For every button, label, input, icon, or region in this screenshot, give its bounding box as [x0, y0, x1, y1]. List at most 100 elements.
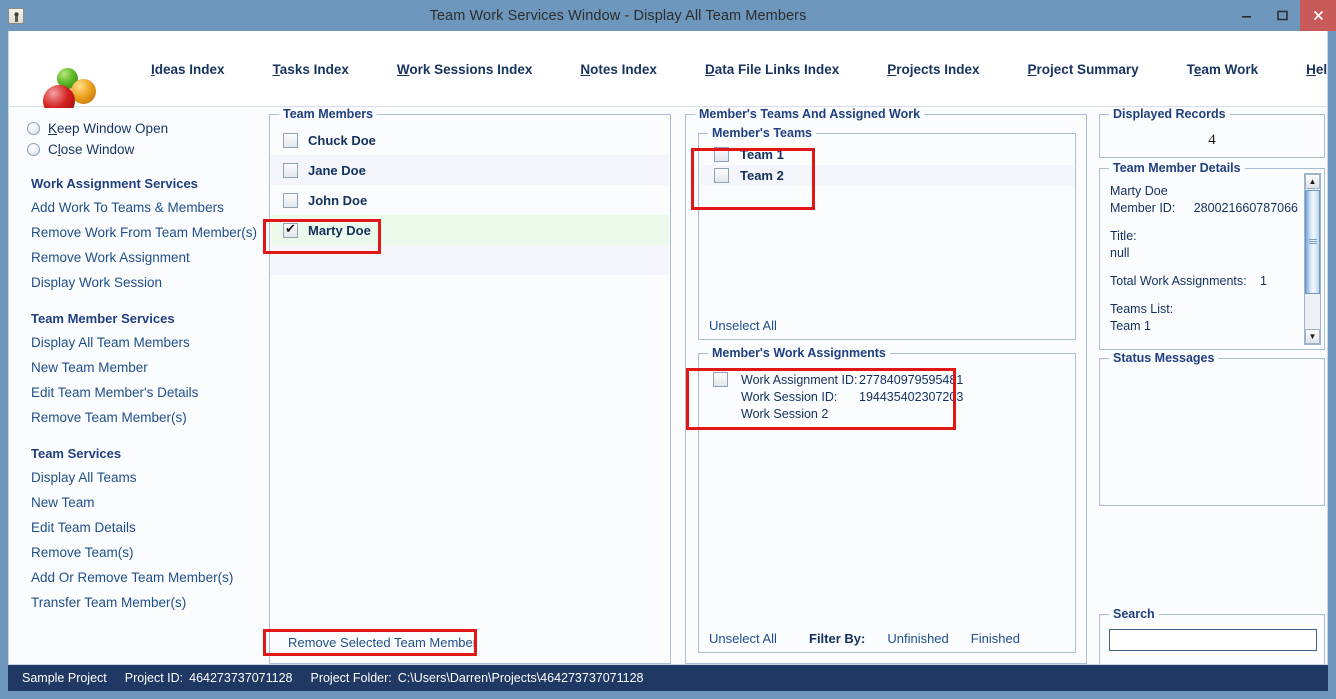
sidebar-item-display-all-team-members[interactable]: Display All Team Members: [9, 330, 261, 355]
members-work-assignments-panel: Member's Work Assignments Work Assignmen…: [698, 346, 1076, 653]
work-unselect-all-button[interactable]: Unselect All: [709, 631, 777, 646]
sidebar-item-new-team-member[interactable]: New Team Member: [9, 355, 261, 380]
sidebar-item-add-work-to-teams-members[interactable]: Add Work To Teams & Members: [9, 195, 261, 220]
sidebar-item-remove-teams[interactable]: Remove Team(s): [9, 540, 261, 565]
nav-item-project-summary[interactable]: Project Summary: [1004, 62, 1163, 77]
nav-item-notes-index[interactable]: Notes Index: [556, 62, 681, 77]
panel-title: Displayed Records: [1109, 107, 1230, 121]
search-input[interactable]: [1109, 629, 1317, 651]
members-teams-list: Team 1 Team 2: [700, 144, 1074, 186]
checkbox-icon[interactable]: [714, 168, 729, 183]
sidebar-item-remove-team-members[interactable]: Remove Team Member(s): [9, 405, 261, 430]
list-item[interactable]: John Doe: [271, 185, 669, 215]
statusbar-project-folder-value: C:\Users\Darren\Projects\464273737071128: [397, 671, 644, 685]
members-teams-panel: Member's Teams Team 1 Team 2 Unselect Al…: [698, 126, 1076, 340]
checkbox-icon[interactable]: [283, 162, 298, 178]
radio-label: Close Window: [48, 142, 135, 157]
statusbar-project-folder-label: Project Folder:: [310, 671, 392, 685]
work-assignment-details: Work Assignment ID: 277840979595481 Work…: [741, 372, 963, 423]
checkbox-icon[interactable]: [713, 372, 728, 387]
filter-option-finished[interactable]: Finished: [971, 631, 1020, 646]
minimize-button[interactable]: [1228, 0, 1264, 31]
sidebar-item-display-work-session[interactable]: Display Work Session: [9, 270, 261, 295]
teams-unselect-all-button[interactable]: Unselect All: [709, 318, 777, 333]
sidebar-item-remove-work-assignment[interactable]: Remove Work Assignment: [9, 245, 261, 270]
sidebar-item-add-or-remove-team-members[interactable]: Add Or Remove Team Member(s): [9, 565, 261, 590]
team-name: Team 1: [740, 147, 784, 162]
nav-item-projects-index[interactable]: Projects Index: [863, 62, 1003, 77]
nav-item-data-file-links-index[interactable]: Data File Links Index: [681, 62, 863, 77]
member-name: Chuck Doe: [308, 132, 376, 148]
panel-title: Team Member Details: [1109, 161, 1245, 175]
sidebar-item-transfer-team-members[interactable]: Transfer Team Member(s): [9, 590, 261, 615]
scroll-down-arrow-icon[interactable]: ▼: [1305, 329, 1320, 344]
radio-close-window[interactable]: Close Window: [9, 139, 261, 160]
filter-option-unfinished[interactable]: Unfinished: [887, 631, 948, 646]
main-body: Keep Window Open Close Window Work Assig…: [9, 107, 1327, 664]
maximize-button[interactable]: [1264, 0, 1300, 31]
sidebar-item-edit-team-details[interactable]: Edit Team Details: [9, 515, 261, 540]
checkbox-icon-checked[interactable]: [283, 221, 298, 238]
displayed-records-value: 4: [1208, 132, 1216, 148]
java-coffee-cup-icon: [8, 7, 24, 24]
panel-title: Team Members: [279, 107, 378, 121]
filter-by-label: Filter By:: [809, 631, 866, 646]
nav-item-work-sessions-index[interactable]: Work Sessions Index: [373, 62, 557, 77]
nav-item-help[interactable]: Help: [1282, 62, 1327, 77]
scrollbar-thumb[interactable]: [1305, 190, 1320, 294]
detail-total-work-assignments-label: Total Work Assignments:: [1110, 274, 1247, 288]
panel-title: Member's Teams And Assigned Work: [695, 107, 925, 121]
radio-keep-window-open[interactable]: Keep Window Open: [9, 118, 261, 139]
detail-title-value: null: [1110, 246, 1130, 260]
checkbox-icon[interactable]: [283, 132, 298, 148]
panel-title: Search: [1109, 607, 1159, 621]
client-area: Ideas Index Tasks Index Work Sessions In…: [8, 31, 1328, 665]
statusbar-project-id-label: Project ID:: [124, 671, 184, 685]
nav-item-tasks-index[interactable]: Tasks Index: [249, 62, 373, 77]
team-list-item[interactable]: Team 1: [700, 144, 1074, 165]
sidebar-item-remove-work-from-team-members[interactable]: Remove Work From Team Member(s): [9, 220, 261, 245]
list-item[interactable]: Chuck Doe: [271, 125, 669, 155]
close-button[interactable]: [1300, 0, 1336, 31]
member-name: Marty Doe: [308, 222, 371, 238]
nav-item-ideas-index[interactable]: Ideas Index: [127, 62, 249, 77]
sidebar-heading-team-member-services: Team Member Services: [31, 311, 175, 326]
top-navigation-bar: Ideas Index Tasks Index Work Sessions In…: [9, 31, 1327, 117]
member-name: John Doe: [308, 192, 368, 208]
checkbox-icon[interactable]: [714, 147, 729, 162]
list-item[interactable]: Jane Doe: [271, 155, 669, 185]
title-bar: Team Work Services Window - Display All …: [0, 0, 1336, 31]
team-member-details-body: Marty Doe Member ID: 280021660787066 Tit…: [1110, 183, 1298, 335]
member-name: Jane Doe: [308, 162, 366, 178]
work-session-name: Work Session 2: [741, 407, 829, 421]
work-assignment-id-value: 277840979595481: [859, 373, 964, 387]
checkbox-icon[interactable]: [283, 192, 298, 208]
left-sidebar: Keep Window Open Close Window Work Assig…: [9, 108, 261, 664]
status-bar: Sample Project Project ID: 4642737370711…: [8, 665, 1328, 691]
scroll-up-arrow-icon[interactable]: ▲: [1305, 174, 1320, 189]
sidebar-item-new-team[interactable]: New Team: [9, 490, 261, 515]
radio-icon: [27, 122, 40, 135]
detail-member-name: Marty Doe: [1110, 184, 1168, 198]
sidebar-item-edit-team-members-details[interactable]: Edit Team Member's Details: [9, 380, 261, 405]
work-assignment-list-item[interactable]: Work Assignment ID: 277840979595481 Work…: [713, 372, 963, 423]
details-scrollbar[interactable]: ▲ ▼: [1304, 173, 1321, 345]
panel-title: Member's Work Assignments: [708, 346, 890, 360]
nav-item-team-work[interactable]: Team Work: [1163, 62, 1283, 77]
panel-title: Member's Teams: [708, 126, 817, 140]
filter-controls: Filter By: Unfinished Finished: [809, 631, 1020, 646]
displayed-records-panel: Displayed Records 4: [1099, 107, 1325, 158]
sidebar-item-display-all-teams[interactable]: Display All Teams: [9, 465, 261, 490]
team-members-list: Chuck Doe Jane Doe John Doe Marty Doe: [271, 125, 669, 275]
detail-teams-list-label: Teams List:: [1110, 302, 1174, 316]
sidebar-heading-work-assignment-services: Work Assignment Services: [31, 176, 198, 191]
panel-title: Status Messages: [1109, 351, 1219, 365]
remove-selected-team-member-button[interactable]: Remove Selected Team Member: [280, 630, 485, 655]
team-members-panel: Team Members Chuck Doe Jane Doe John Doe: [269, 107, 671, 664]
sidebar-heading-team-services: Team Services: [31, 446, 122, 461]
team-list-item[interactable]: Team 2: [700, 165, 1074, 186]
detail-member-id-label: Member ID:: [1110, 201, 1176, 215]
statusbar-project-name: Sample Project: [22, 671, 107, 685]
detail-teams-list-first: Team 1: [1110, 319, 1151, 333]
list-item-selected[interactable]: Marty Doe: [271, 215, 669, 245]
